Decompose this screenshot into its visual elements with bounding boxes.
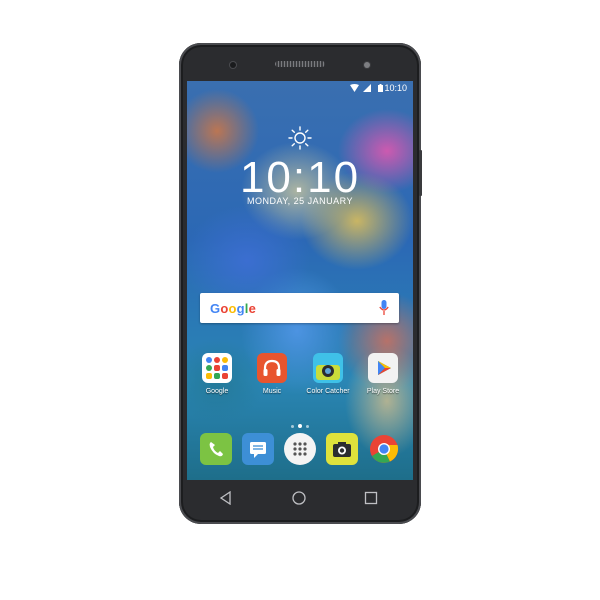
app-music[interactable]: Music bbox=[242, 353, 302, 395]
microphone-icon[interactable] bbox=[379, 300, 389, 316]
chrome-icon[interactable] bbox=[368, 433, 400, 465]
messages-icon[interactable] bbox=[242, 433, 274, 465]
phone-icon[interactable] bbox=[200, 433, 232, 465]
back-icon[interactable] bbox=[219, 491, 233, 505]
page-indicator bbox=[187, 415, 413, 433]
sun-icon bbox=[288, 126, 312, 150]
battery-icon bbox=[378, 84, 383, 92]
recents-icon[interactable] bbox=[364, 491, 378, 505]
home-icon[interactable] bbox=[291, 491, 307, 507]
app-drawer-icon[interactable] bbox=[284, 433, 316, 465]
status-time: 10:10 bbox=[384, 83, 407, 93]
status-bar: 10:10 bbox=[187, 81, 413, 95]
camera-icon[interactable] bbox=[326, 433, 358, 465]
app-label: Play Store bbox=[366, 388, 400, 395]
google-search-bar[interactable]: Google bbox=[200, 293, 399, 323]
app-color-catcher[interactable]: Color Catcher bbox=[298, 353, 358, 395]
volume-button[interactable] bbox=[419, 150, 422, 196]
color-catcher-icon bbox=[313, 353, 343, 383]
front-camera bbox=[230, 62, 236, 68]
wifi-icon bbox=[350, 84, 359, 92]
app-play-store[interactable]: Play Store bbox=[353, 353, 413, 395]
clock: 10:10 bbox=[239, 153, 361, 202]
screen: 10:10 10:10 MONDAY, 25 JANUARY Google Go… bbox=[187, 81, 413, 480]
page-dot-active bbox=[298, 424, 302, 428]
proximity-sensor bbox=[364, 62, 370, 68]
headphones-icon bbox=[257, 353, 287, 383]
app-label: Color Catcher bbox=[306, 388, 350, 395]
navigation-bar bbox=[179, 483, 421, 517]
signal-icon bbox=[363, 84, 371, 92]
app-label: Google bbox=[205, 388, 229, 395]
page-dot bbox=[291, 425, 294, 428]
app-label: Music bbox=[262, 388, 282, 395]
earpiece-speaker bbox=[275, 61, 325, 67]
play-store-icon bbox=[368, 353, 398, 383]
google-logo: Google bbox=[210, 301, 257, 316]
google-folder-icon bbox=[202, 353, 232, 383]
app-google[interactable]: Google bbox=[187, 353, 247, 395]
page-dot bbox=[306, 425, 309, 428]
date: MONDAY, 25 JANUARY bbox=[246, 196, 354, 206]
